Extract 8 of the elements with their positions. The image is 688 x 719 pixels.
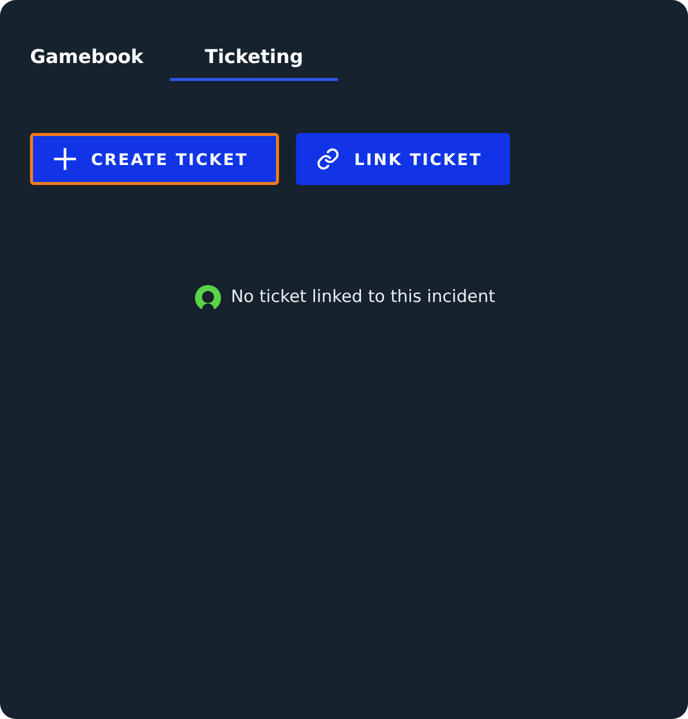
tab[interactable]: Ticketing (170, 40, 338, 81)
create-ticket-button[interactable]: CREATE TICKET (30, 133, 280, 185)
empty-message: No ticket linked to this incident (230, 287, 496, 307)
tab[interactable]: Gamebook (30, 40, 170, 81)
link-icon (316, 147, 340, 171)
plus-icon (53, 147, 77, 171)
link-ticket-button[interactable]: LINK TICKET (296, 133, 510, 185)
status-icon (192, 283, 223, 311)
